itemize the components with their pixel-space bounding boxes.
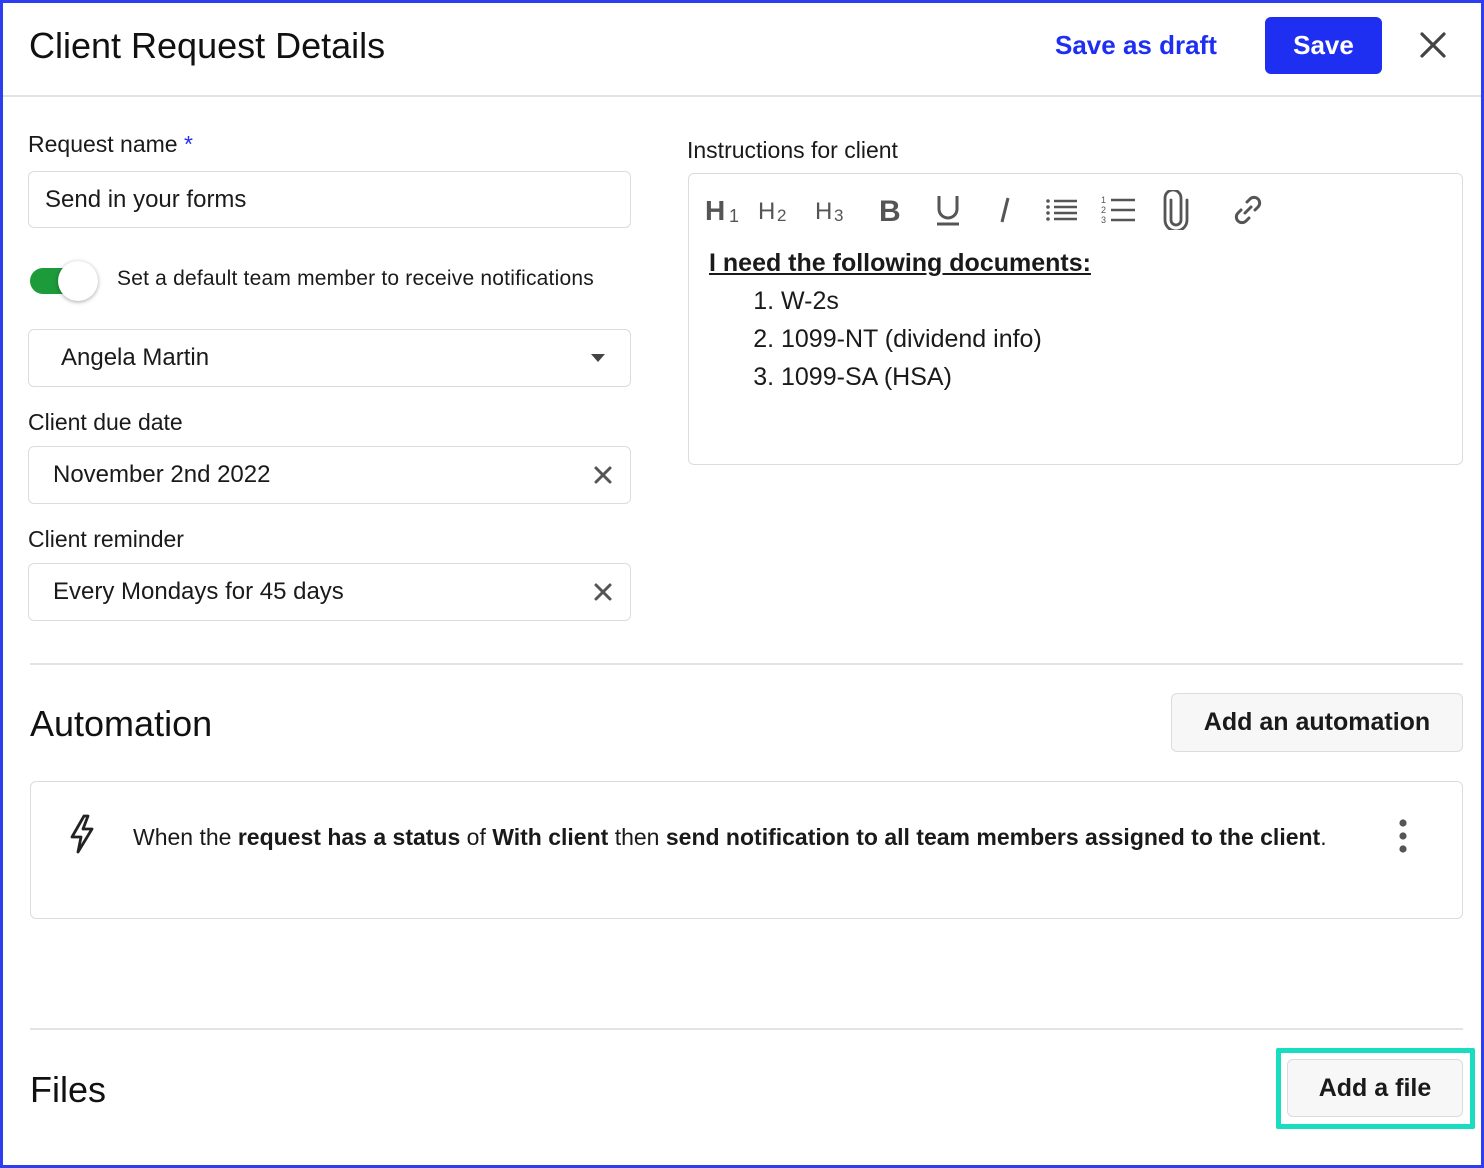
default-member-toggle[interactable]	[28, 261, 102, 301]
save-as-draft-button[interactable]: Save as draft	[1055, 30, 1217, 61]
svg-text:2: 2	[777, 206, 786, 225]
underline-icon[interactable]	[921, 188, 975, 232]
instructions-label: Instructions for client	[687, 137, 898, 163]
numbered-list-icon[interactable]: 123	[1089, 188, 1149, 232]
heading3-icon[interactable]: H3	[805, 188, 861, 232]
save-button[interactable]: Save	[1265, 17, 1382, 74]
close-button[interactable]	[1413, 25, 1453, 65]
reminder-field[interactable]: Every Mondays for 45 days	[28, 563, 631, 621]
due-date-value: November 2nd 2022	[53, 461, 271, 488]
close-icon	[1420, 32, 1446, 58]
required-marker: *	[183, 131, 193, 157]
svg-text:3: 3	[1101, 215, 1106, 225]
list-item: 1099-NT (dividend info)	[781, 320, 1091, 358]
link-icon[interactable]	[1203, 188, 1293, 232]
chevron-down-icon	[591, 354, 605, 362]
due-date-label: Client due date	[28, 409, 183, 435]
toggle-label: Set a default team member to receive not…	[117, 267, 594, 290]
bold-icon[interactable]: B	[861, 188, 921, 232]
automation-rule-text: When the request has a status of With cl…	[133, 824, 1327, 850]
section-divider	[30, 1028, 1463, 1030]
editor-toolbar: H1 H2 H3 B 123	[703, 188, 1293, 232]
instructions-list: W-2s 1099-NT (dividend info) 1099-SA (HS…	[781, 282, 1091, 396]
request-name-input[interactable]	[45, 185, 630, 214]
reminder-label: Client reminder	[28, 526, 184, 552]
team-member-select[interactable]: Angela Martin	[28, 329, 631, 387]
instructions-editor[interactable]: H1 H2 H3 B 123 I need the following docu…	[688, 173, 1463, 465]
request-name-field[interactable]	[28, 171, 631, 228]
svg-text:B: B	[879, 195, 901, 225]
files-title: Files	[30, 1069, 107, 1110]
svg-text:H: H	[815, 198, 832, 225]
italic-icon[interactable]	[975, 188, 1035, 232]
automation-title: Automation	[30, 703, 213, 744]
svg-text:1: 1	[1101, 195, 1106, 205]
svg-text:H: H	[705, 195, 725, 225]
section-divider	[30, 663, 1463, 665]
attachment-icon[interactable]	[1149, 188, 1203, 232]
list-item: 1099-SA (HSA)	[781, 358, 1091, 396]
modal-frame: Client Request Details Save as draft Sav…	[0, 0, 1484, 1168]
svg-text:2: 2	[1101, 205, 1106, 215]
instructions-heading: I need the following documents:	[709, 249, 1091, 277]
editor-content[interactable]: I need the following documents: W-2s 109…	[709, 244, 1091, 396]
automation-rule-card: When the request has a status of With cl…	[30, 781, 1463, 919]
svg-text:3: 3	[834, 206, 843, 225]
reminder-value: Every Mondays for 45 days	[53, 578, 344, 605]
more-options-icon[interactable]	[1393, 818, 1413, 854]
clear-reminder-icon[interactable]	[592, 581, 614, 603]
bulleted-list-icon[interactable]	[1035, 188, 1089, 232]
add-automation-button[interactable]: Add an automation	[1171, 693, 1463, 752]
due-date-field[interactable]: November 2nd 2022	[28, 446, 631, 504]
heading1-icon[interactable]: H1	[703, 188, 747, 232]
modal-header: Client Request Details Save as draft Sav…	[3, 3, 1481, 97]
heading2-icon[interactable]: H2	[747, 188, 805, 232]
clear-due-date-icon[interactable]	[592, 464, 614, 486]
page-title: Client Request Details	[29, 25, 386, 66]
list-item: W-2s	[781, 282, 1091, 320]
team-member-value: Angela Martin	[61, 344, 210, 371]
add-file-highlight	[1276, 1048, 1475, 1129]
request-name-label: Request name *	[28, 131, 193, 157]
lightning-icon	[70, 814, 94, 854]
svg-text:H: H	[758, 198, 775, 225]
svg-text:1: 1	[729, 206, 739, 225]
